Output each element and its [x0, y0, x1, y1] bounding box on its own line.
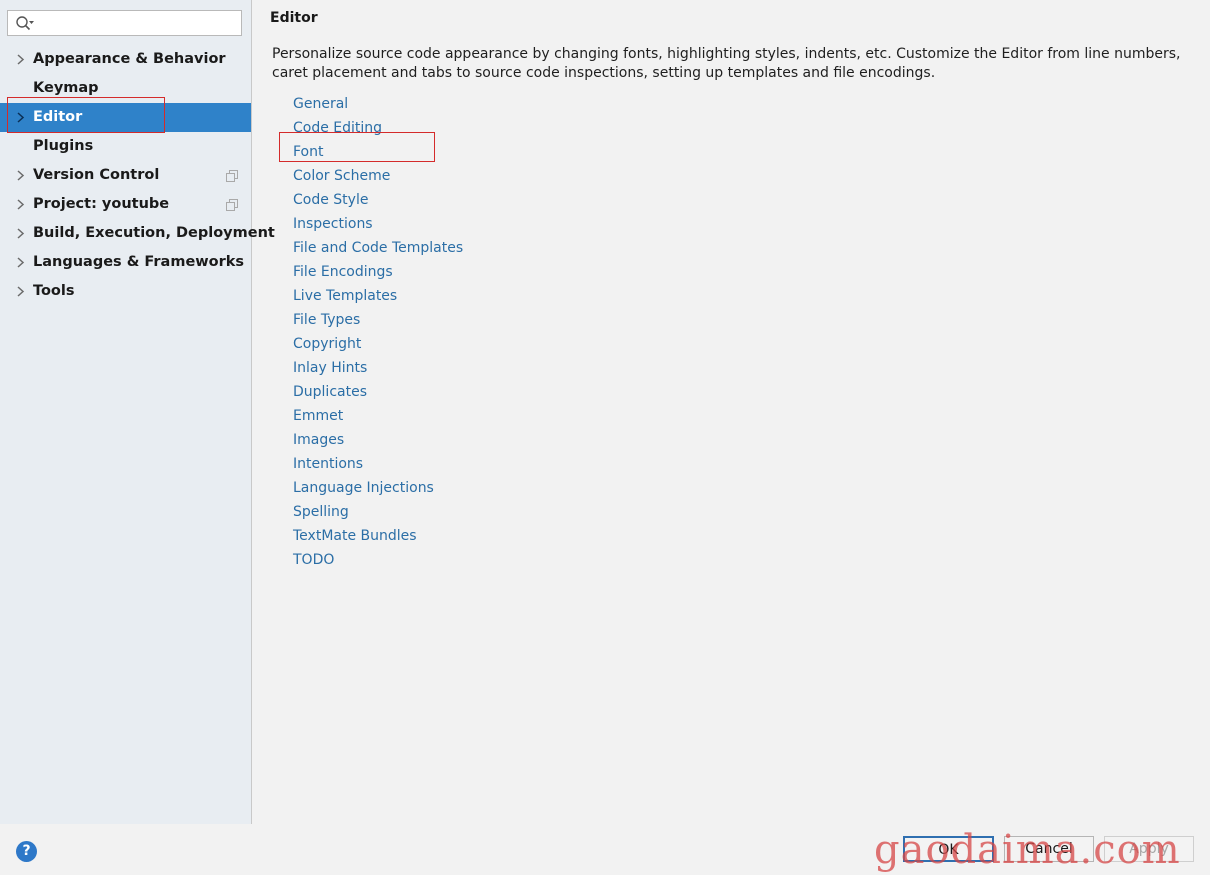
link-general[interactable]: General [293, 92, 463, 116]
link-file-encodings[interactable]: File Encodings [293, 260, 463, 284]
chevron-right-icon[interactable] [15, 112, 26, 123]
link-todo[interactable]: TODO [293, 548, 463, 572]
link-language-injections[interactable]: Language Injections [293, 476, 463, 500]
chevron-right-icon[interactable] [15, 54, 26, 65]
sidebar-item-version-control[interactable]: Version Control [0, 161, 251, 190]
link-intentions[interactable]: Intentions [293, 452, 463, 476]
search-box[interactable] [7, 10, 242, 36]
sidebar-item-label: Version Control [33, 167, 160, 183]
ok-button[interactable]: OK [903, 836, 994, 862]
link-font[interactable]: Font [293, 140, 463, 164]
sidebar-item-languages-frameworks[interactable]: Languages & Frameworks [0, 248, 251, 277]
sidebar-item-appearance-behavior[interactable]: Appearance & Behavior [0, 45, 251, 74]
link-file-and-code-templates[interactable]: File and Code Templates [293, 236, 463, 260]
link-code-editing[interactable]: Code Editing [293, 116, 463, 140]
page-title: Editor [270, 10, 318, 26]
subpage-links: General Code Editing Font Color Scheme C… [293, 92, 463, 572]
link-duplicates[interactable]: Duplicates [293, 380, 463, 404]
settings-window: Appearance & Behavior Keymap Editor Plug… [0, 0, 1210, 875]
link-spelling[interactable]: Spelling [293, 500, 463, 524]
link-images[interactable]: Images [293, 428, 463, 452]
chevron-right-icon[interactable] [15, 170, 26, 181]
link-inlay-hints[interactable]: Inlay Hints [293, 356, 463, 380]
sidebar-item-label: Project: youtube [33, 196, 170, 212]
chevron-right-icon[interactable] [15, 228, 26, 239]
chevron-right-icon[interactable] [15, 199, 26, 210]
link-live-templates[interactable]: Live Templates [293, 284, 463, 308]
cancel-button[interactable]: Cancel [1004, 836, 1094, 862]
sidebar-item-label: Editor [33, 109, 83, 125]
link-copyright[interactable]: Copyright [293, 332, 463, 356]
chevron-right-icon[interactable] [15, 286, 26, 297]
link-inspections[interactable]: Inspections [293, 212, 463, 236]
dialog-footer: ? OK Cancel Apply gaodaima.com [0, 824, 1210, 875]
link-file-types[interactable]: File Types [293, 308, 463, 332]
sidebar-item-label: Appearance & Behavior [33, 51, 226, 67]
sidebar-item-build-execution-deployment[interactable]: Build, Execution, Deployment [0, 219, 275, 248]
settings-tree: Appearance & Behavior Keymap Editor Plug… [0, 45, 275, 306]
help-button[interactable]: ? [16, 841, 37, 862]
sidebar-item-label: Build, Execution, Deployment [33, 225, 275, 241]
apply-button[interactable]: Apply [1104, 836, 1194, 862]
sidebar-item-keymap[interactable]: Keymap [0, 74, 251, 103]
link-color-scheme[interactable]: Color Scheme [293, 164, 463, 188]
sidebar-item-label: Tools [33, 283, 75, 299]
link-code-style[interactable]: Code Style [293, 188, 463, 212]
chevron-right-icon[interactable] [15, 257, 26, 268]
search-input[interactable] [38, 13, 240, 35]
sidebar-item-label: Plugins [33, 138, 94, 154]
search-icon [16, 16, 34, 31]
sidebar-item-plugins[interactable]: Plugins [0, 132, 251, 161]
copy-icon [226, 199, 238, 211]
sidebar-item-tools[interactable]: Tools [0, 277, 251, 306]
link-emmet[interactable]: Emmet [293, 404, 463, 428]
settings-main-panel: Editor Personalize source code appearanc… [252, 0, 1210, 824]
sidebar-item-project-youtube[interactable]: Project: youtube [0, 190, 251, 219]
sidebar-item-editor[interactable]: Editor [0, 103, 251, 132]
sidebar-item-label: Keymap [33, 80, 99, 96]
link-textmate-bundles[interactable]: TextMate Bundles [293, 524, 463, 548]
page-description: Personalize source code appearance by ch… [272, 46, 1181, 81]
sidebar-item-label: Languages & Frameworks [33, 254, 245, 270]
copy-icon [226, 170, 238, 182]
settings-sidebar: Appearance & Behavior Keymap Editor Plug… [0, 0, 275, 824]
